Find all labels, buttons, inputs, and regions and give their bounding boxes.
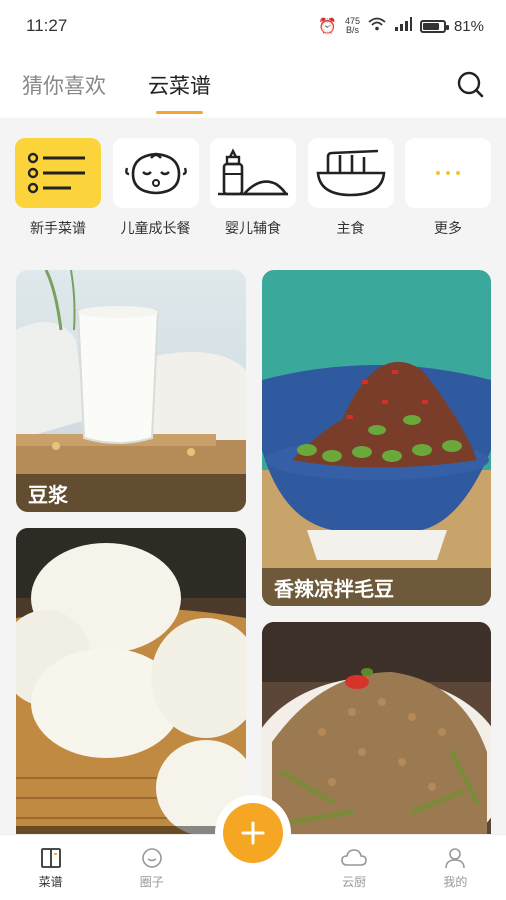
category-label: 主食	[336, 221, 365, 237]
category-tile	[112, 138, 199, 208]
wifi-icon	[368, 17, 386, 35]
nav-label: 菜谱	[38, 874, 63, 889]
more-dots-icon	[436, 171, 460, 175]
edamame-dish-image	[262, 270, 491, 606]
battery-icon	[419, 19, 449, 33]
alarm-icon: ⏰	[318, 18, 337, 35]
status-time: 11:27	[26, 16, 68, 35]
recipe-title	[16, 826, 246, 834]
pork-beans-image	[262, 622, 491, 834]
nav-cloud-kitchen[interactable]: 云厨	[324, 846, 384, 890]
baby-bottle-icon	[218, 148, 289, 196]
category-kids-meals[interactable]: 儿童成长餐	[112, 138, 199, 244]
nav-recipes[interactable]: 菜谱	[21, 846, 81, 890]
plus-icon	[241, 821, 265, 845]
category-tile	[210, 138, 296, 208]
book-icon	[40, 847, 61, 868]
tab-guess-you-like[interactable]: 猜你喜欢	[22, 52, 106, 118]
category-more[interactable]: 更多	[405, 138, 491, 244]
chat-icon	[141, 847, 162, 868]
search-icon	[457, 71, 484, 98]
tab-cloud-recipes[interactable]: 云菜谱	[148, 52, 211, 118]
category-staple[interactable]: 主食	[307, 138, 394, 244]
category-tile	[405, 138, 491, 208]
signal-icon	[394, 17, 412, 35]
category-label: 婴儿辅食	[225, 221, 281, 237]
recipe-card[interactable]: 香辣凉拌毛豆	[262, 270, 491, 606]
recipe-title: 豆浆	[16, 474, 246, 512]
nav-label: 云厨	[342, 874, 367, 889]
status-icons: ⏰ 475 B/s 81%	[318, 16, 484, 36]
category-label: 儿童成长餐	[120, 221, 191, 237]
user-icon	[445, 847, 466, 868]
category-baby-food[interactable]: 婴儿辅食	[210, 138, 296, 244]
category-label: 更多	[434, 221, 462, 237]
status-bar: 11:27 ⏰ 475 B/s 81%	[0, 0, 506, 52]
search-button[interactable]	[454, 68, 488, 102]
category-row: 新手菜谱 儿童成长餐 婴儿辅食 主食 更多	[0, 138, 506, 244]
category-label: 新手菜谱	[30, 221, 86, 237]
recipe-title: 香辣凉拌毛豆	[262, 568, 491, 606]
battery-percent: 81%	[453, 17, 484, 35]
recipe-card[interactable]	[16, 528, 246, 834]
noodle-bowl-icon	[316, 149, 385, 197]
list-icon	[27, 152, 85, 194]
category-tile	[15, 138, 101, 208]
recipe-card[interactable]	[262, 622, 491, 834]
top-tab-bar: 猜你喜欢 云菜谱	[0, 52, 506, 118]
network-speed: 475 B/s	[344, 16, 360, 35]
nav-label: 圈子	[139, 874, 164, 889]
nav-profile[interactable]: 我的	[425, 846, 485, 890]
steamed-buns-image	[16, 528, 246, 834]
nav-label: 我的	[443, 874, 468, 889]
nav-circle[interactable]: 圈子	[122, 846, 182, 890]
category-tile	[307, 138, 394, 208]
category-beginner[interactable]: 新手菜谱	[15, 138, 101, 244]
baby-face-icon	[124, 152, 187, 195]
recipe-card[interactable]: 豆浆	[16, 270, 246, 512]
add-recipe-button[interactable]	[223, 803, 283, 863]
cloud-icon	[341, 848, 367, 866]
